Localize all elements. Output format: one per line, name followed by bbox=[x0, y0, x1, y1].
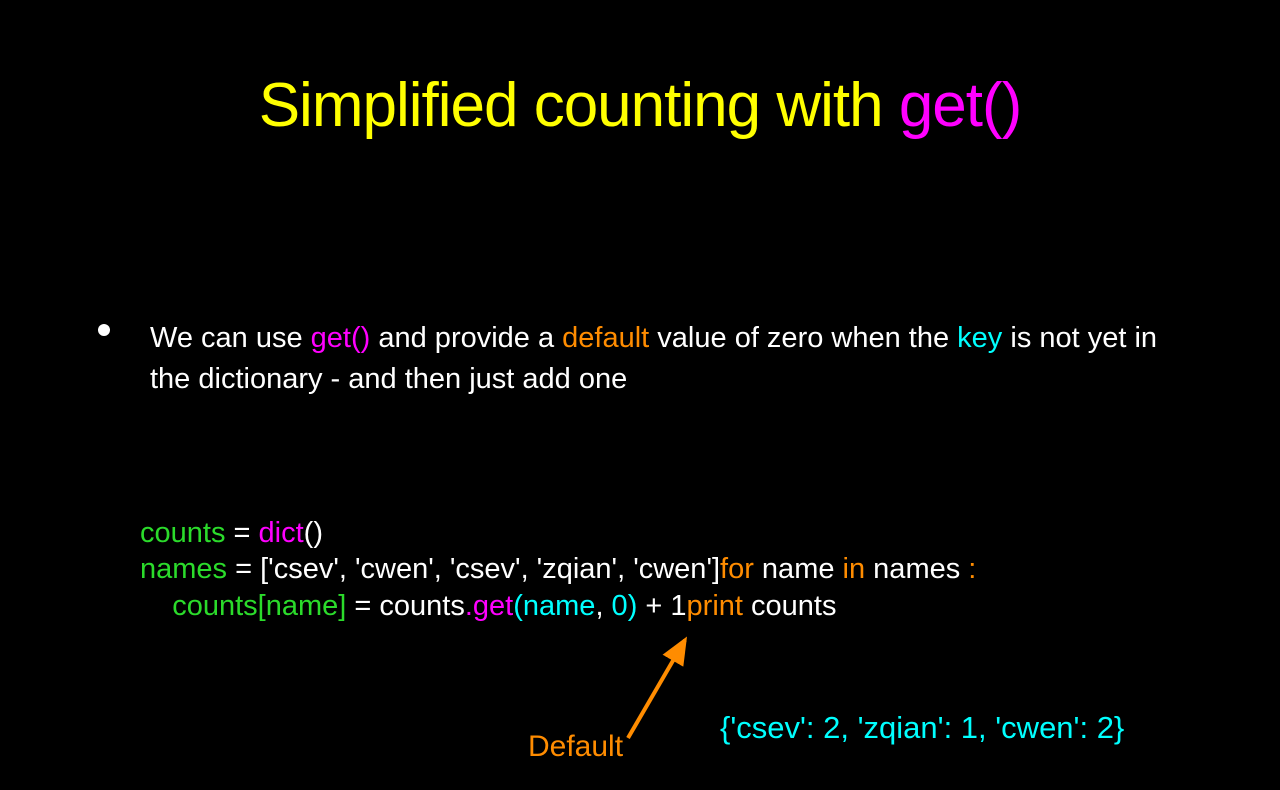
bullet-dot-icon bbox=[98, 324, 110, 336]
default-label: Default bbox=[528, 730, 623, 764]
title-part1: Simplified counting with bbox=[259, 71, 899, 140]
code-line-1: counts = dict() bbox=[140, 515, 976, 551]
code-line-2: names = ['csev', 'cwen', 'csev', 'zqian'… bbox=[140, 551, 976, 587]
code-block: counts = dict() names = ['csev', 'cwen',… bbox=[140, 515, 976, 624]
bullet-text: We can use get() and provide a default v… bbox=[150, 318, 1198, 399]
slide-title: Simplified counting with get() bbox=[0, 70, 1280, 141]
output-text: {'csev': 2, 'zqian': 1, 'cwen': 2} bbox=[720, 710, 1124, 746]
code-line-3: counts[name] = counts.get(name, 0) + 1pr… bbox=[140, 588, 976, 624]
title-part2: get() bbox=[899, 71, 1021, 140]
bullet-item: We can use get() and provide a default v… bbox=[98, 318, 1198, 399]
